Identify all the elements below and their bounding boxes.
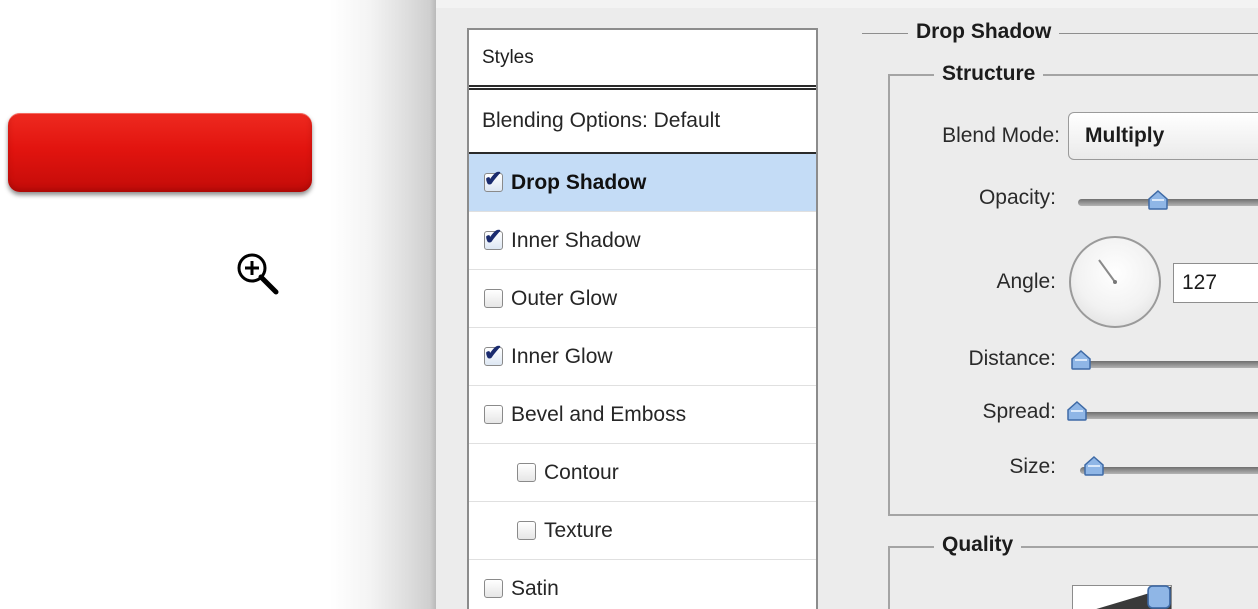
distance-label: Distance: bbox=[968, 347, 1056, 370]
style-item-label: Contour bbox=[544, 460, 619, 484]
blending-options-item[interactable]: Blending Options: Default bbox=[469, 90, 816, 154]
style-item-texture[interactable]: Texture bbox=[469, 502, 816, 560]
angle-dial[interactable] bbox=[1069, 236, 1161, 328]
structure-title: Structure bbox=[934, 62, 1044, 86]
drop-shadow-title: Drop Shadow bbox=[908, 20, 1060, 44]
opacity-slider-knob[interactable] bbox=[1147, 190, 1169, 210]
spread-slider-track[interactable] bbox=[1070, 412, 1258, 419]
angle-needle-icon bbox=[1098, 259, 1117, 284]
style-item-bevel-and-emboss[interactable]: Bevel and Emboss bbox=[469, 386, 816, 444]
bevel-and-emboss-checkbox[interactable] bbox=[484, 405, 503, 424]
distance-slider-knob[interactable] bbox=[1070, 350, 1092, 370]
blend-mode-label: Blend Mode: bbox=[942, 124, 1060, 147]
style-item-inner-shadow[interactable]: ✔ Inner Shadow bbox=[469, 212, 816, 270]
distance-slider-track[interactable] bbox=[1074, 361, 1258, 368]
angle-input[interactable]: 127 bbox=[1173, 263, 1258, 303]
contour-checkbox[interactable] bbox=[517, 463, 536, 482]
style-item-label: Outer Glow bbox=[511, 286, 618, 310]
angle-label: Angle: bbox=[996, 270, 1056, 293]
inner-glow-checkbox[interactable]: ✔ bbox=[484, 342, 503, 366]
style-item-label: Bevel and Emboss bbox=[511, 402, 687, 426]
zoom-in-cursor-icon bbox=[237, 253, 279, 295]
spread-slider-knob[interactable] bbox=[1066, 401, 1088, 421]
style-item-label: Drop Shadow bbox=[511, 170, 647, 194]
style-item-label: Inner Shadow bbox=[511, 228, 641, 252]
red-button-layer[interactable] bbox=[8, 113, 312, 192]
style-item-satin[interactable]: Satin bbox=[469, 560, 816, 609]
style-item-label: Satin bbox=[511, 576, 559, 600]
blend-mode-value: Multiply bbox=[1085, 124, 1165, 147]
inner-shadow-checkbox[interactable]: ✔ bbox=[484, 226, 503, 250]
style-item-label: Inner Glow bbox=[511, 344, 613, 368]
angle-value: 127 bbox=[1182, 271, 1218, 294]
styles-header[interactable]: Styles bbox=[469, 30, 816, 90]
quality-title: Quality bbox=[934, 533, 1022, 557]
contour-dropdown-knob[interactable] bbox=[1147, 585, 1171, 609]
style-item-inner-glow[interactable]: ✔ Inner Glow bbox=[469, 328, 816, 386]
drop-shadow-checkbox[interactable]: ✔ bbox=[484, 168, 503, 192]
blend-mode-select[interactable]: Multiply bbox=[1068, 112, 1258, 160]
size-slider-knob[interactable] bbox=[1083, 456, 1105, 476]
texture-checkbox[interactable] bbox=[517, 521, 536, 540]
satin-checkbox[interactable] bbox=[484, 579, 503, 598]
blending-options-label: Blending Options: Default bbox=[482, 109, 721, 132]
outer-glow-checkbox[interactable] bbox=[484, 289, 503, 308]
style-item-drop-shadow[interactable]: ✔ Drop Shadow bbox=[469, 154, 816, 212]
opacity-label: Opacity: bbox=[978, 186, 1056, 209]
style-item-label: Texture bbox=[544, 518, 613, 542]
document-canvas[interactable] bbox=[0, 0, 436, 609]
spread-label: Spread: bbox=[982, 400, 1056, 423]
style-item-contour[interactable]: Contour bbox=[469, 444, 816, 502]
style-item-outer-glow[interactable]: Outer Glow bbox=[469, 270, 816, 328]
styles-list: Styles Blending Options: Default ✔ Drop … bbox=[467, 28, 818, 609]
size-label: Size: bbox=[1009, 455, 1056, 478]
styles-header-label: Styles bbox=[482, 46, 534, 68]
size-slider-track[interactable] bbox=[1080, 467, 1258, 474]
